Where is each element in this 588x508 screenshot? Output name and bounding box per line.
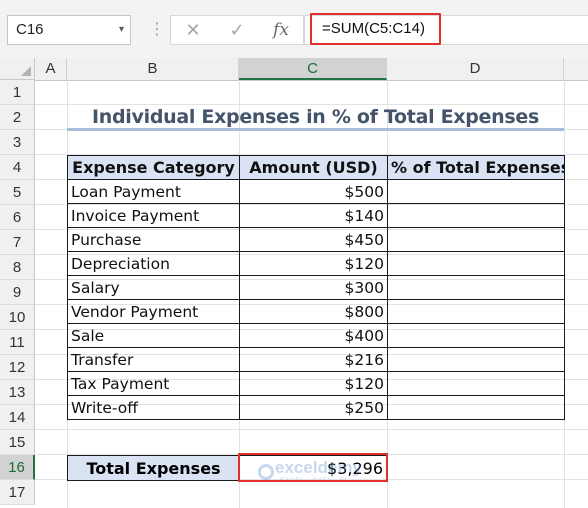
table-header-row: Expense Category Amount (USD) % of Total… [67, 155, 565, 180]
row-header[interactable]: 14 [0, 405, 35, 430]
title-underline [67, 128, 564, 131]
row-header[interactable]: 1 [0, 80, 35, 105]
enter-icon[interactable]: ✓ [217, 16, 257, 44]
percent-cell[interactable] [387, 347, 565, 372]
table-row: Write-off $250 [67, 395, 565, 420]
column-header-d[interactable]: D [387, 58, 564, 80]
row-header[interactable]: 13 [0, 380, 35, 405]
row-header[interactable]: 8 [0, 255, 35, 280]
table-row: Loan Payment $500 [67, 179, 565, 204]
amount-cell[interactable]: $300 [239, 275, 388, 300]
percent-cell[interactable] [387, 179, 565, 204]
category-cell[interactable]: Tax Payment [67, 371, 240, 396]
category-cell[interactable]: Sale [67, 323, 240, 348]
drag-handle-icon[interactable]: ⋮ [149, 20, 165, 40]
name-box[interactable]: C16 ▾ [7, 15, 131, 45]
percent-cell[interactable] [387, 227, 565, 252]
cancel-icon[interactable]: ✕ [173, 16, 213, 44]
category-cell[interactable]: Transfer [67, 347, 240, 372]
percent-cell[interactable] [387, 275, 565, 300]
row-header[interactable]: 10 [0, 305, 35, 330]
chevron-down-icon[interactable]: ▾ [119, 16, 124, 44]
formula-highlight-box [310, 13, 441, 45]
formula-buttons: ✕ ✓ fx [170, 15, 304, 45]
header-percent-of-total[interactable]: % of Total Expenses [387, 155, 565, 180]
table-row: Salary $300 [67, 275, 565, 300]
category-cell[interactable]: Invoice Payment [67, 203, 240, 228]
amount-cell[interactable]: $400 [239, 323, 388, 348]
amount-cell[interactable]: $216 [239, 347, 388, 372]
table-row: Purchase $450 [67, 227, 565, 252]
table-row: Transfer $216 [67, 347, 565, 372]
amount-cell[interactable]: $120 [239, 371, 388, 396]
amount-cell[interactable]: $120 [239, 251, 388, 276]
select-all-icon [21, 66, 31, 76]
table-row: Invoice Payment $140 [67, 203, 565, 228]
amount-cell[interactable]: $800 [239, 299, 388, 324]
amount-cell[interactable]: $250 [239, 395, 388, 420]
row-header[interactable]: 2 [0, 105, 35, 130]
insert-function-icon[interactable]: fx [261, 16, 301, 44]
row-header[interactable]: 9 [0, 280, 35, 305]
percent-cell[interactable] [387, 395, 565, 420]
amount-cell[interactable]: $140 [239, 203, 388, 228]
row-header[interactable]: 5 [0, 180, 35, 205]
category-cell[interactable]: Purchase [67, 227, 240, 252]
active-cell-highlight[interactable] [238, 453, 388, 482]
row-header[interactable]: 15 [0, 430, 35, 455]
column-header-b[interactable]: B [67, 58, 239, 80]
table-row: Sale $400 [67, 323, 565, 348]
amount-cell[interactable]: $450 [239, 227, 388, 252]
category-cell[interactable]: Vendor Payment [67, 299, 240, 324]
select-all-corner[interactable] [0, 58, 35, 80]
row-headers: 1 2 3 4 5 6 7 8 9 10 11 12 13 14 15 16 1… [0, 80, 35, 508]
header-amount[interactable]: Amount (USD) [239, 155, 388, 180]
row-header[interactable]: 4 [0, 155, 35, 180]
row-header[interactable]: 3 [0, 130, 35, 155]
column-headers: A B C D [0, 58, 588, 81]
row-header[interactable]: 11 [0, 330, 35, 355]
category-cell[interactable]: Salary [67, 275, 240, 300]
row-header-selected[interactable]: 16 [0, 455, 35, 480]
percent-cell[interactable] [387, 251, 565, 276]
row-header[interactable]: 7 [0, 230, 35, 255]
row-header[interactable]: 6 [0, 205, 35, 230]
table-row: Tax Payment $120 [67, 371, 565, 396]
percent-cell[interactable] [387, 323, 565, 348]
table-row: Vendor Payment $800 [67, 299, 565, 324]
header-expense-category[interactable]: Expense Category [67, 155, 240, 180]
row-header[interactable]: 17 [0, 480, 35, 505]
column-header-c[interactable]: C [239, 58, 387, 80]
sheet-title: Individual Expenses in % of Total Expens… [92, 106, 539, 128]
name-box-value: C16 [16, 21, 44, 38]
percent-cell[interactable] [387, 371, 565, 396]
formula-bar: C16 ▾ ⋮ ✕ ✓ fx =SUM(C5:C14) [0, 0, 588, 59]
category-cell[interactable]: Loan Payment [67, 179, 240, 204]
amount-cell[interactable]: $500 [239, 179, 388, 204]
row-header[interactable]: 12 [0, 355, 35, 380]
percent-cell[interactable] [387, 203, 565, 228]
table-row: Depreciation $120 [67, 251, 565, 276]
category-cell[interactable]: Depreciation [67, 251, 240, 276]
column-header-a[interactable]: A [35, 58, 67, 80]
percent-cell[interactable] [387, 299, 565, 324]
category-cell[interactable]: Write-off [67, 395, 240, 420]
expense-table: Expense Category Amount (USD) % of Total… [67, 155, 565, 420]
total-label[interactable]: Total Expenses [67, 455, 240, 481]
